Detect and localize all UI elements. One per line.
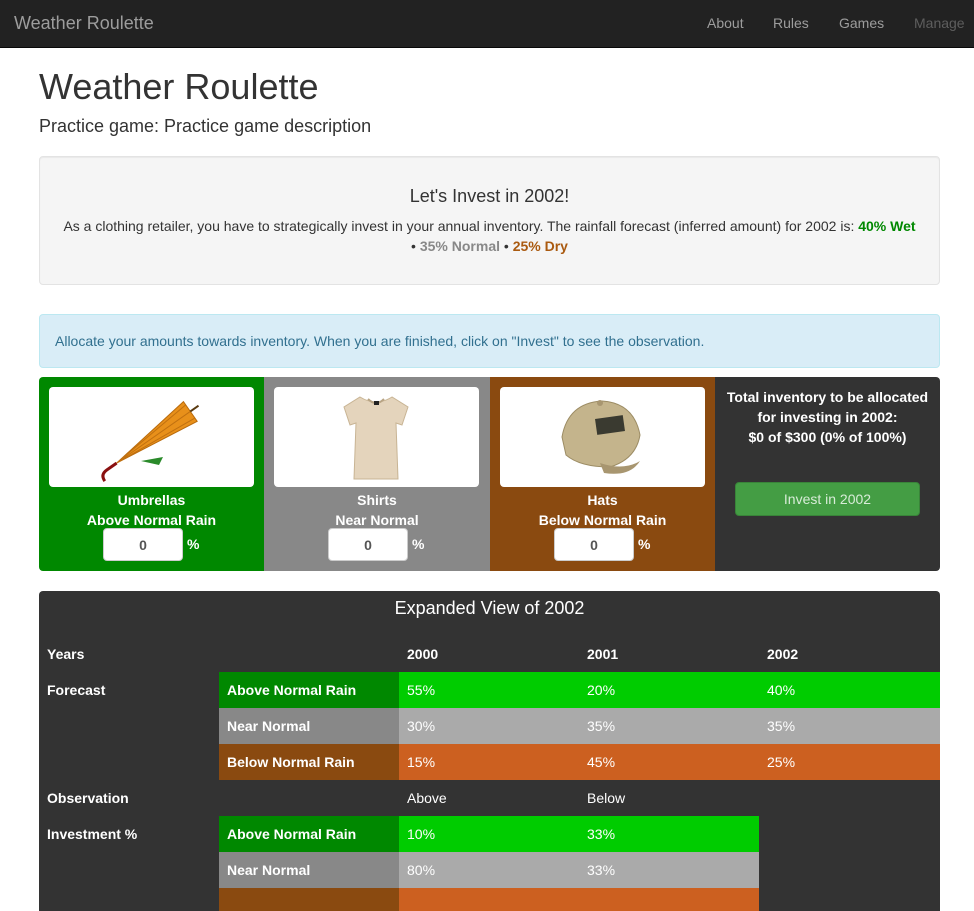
total-amount: $0 of $300 (0% of 100%): [748, 429, 907, 445]
umbrella-condition: Above Normal Rain: [86, 512, 217, 528]
forecast-cell: 25%: [759, 744, 940, 780]
shirt-column: Shirts Near Normal %: [264, 377, 490, 571]
investment-cell: 33%: [579, 816, 759, 852]
invest-button[interactable]: Invest in 2002: [735, 482, 920, 516]
forecast-label: Forecast: [47, 682, 106, 698]
forecast-cell: 15%: [399, 744, 579, 780]
forecast-normal: 35% Normal: [419, 238, 500, 254]
hat-label: Hats: [587, 492, 618, 508]
observation-cell: Below: [587, 790, 626, 806]
investment-panel: Umbrellas Above Normal Rain % Shirts Nea…: [39, 377, 940, 571]
percent-sign: %: [638, 536, 651, 552]
forecast-separator: •: [411, 238, 416, 254]
nav-link-manage[interactable]: Manage: [914, 15, 965, 31]
forecast-cell: 45%: [579, 744, 759, 780]
observation-cell: Above: [407, 790, 447, 806]
forecast-description: As a clothing retailer, you have to stra…: [60, 216, 919, 256]
year-header: 2002: [767, 646, 799, 662]
navbar: Weather Roulette About Rules Games Manag…: [0, 0, 974, 48]
forecast-separator: •: [503, 238, 509, 254]
category-near: Near Normal: [219, 852, 399, 888]
category-above: Above Normal Rain: [219, 672, 399, 708]
year-header: 2000: [407, 646, 439, 662]
umbrella-image: [49, 387, 254, 487]
category-above: Above Normal Rain: [219, 816, 399, 852]
investment-cell-partial: [579, 888, 759, 911]
shirt-label: Shirts: [357, 492, 397, 508]
page-title: Weather Roulette: [39, 66, 319, 107]
investment-cell: 80%: [399, 852, 579, 888]
nav-link-rules[interactable]: Rules: [773, 15, 809, 31]
forecast-cell: 40%: [759, 672, 940, 708]
investment-label: Investment %: [47, 826, 138, 842]
category-below-partial: [219, 888, 399, 911]
umbrella-percent-input[interactable]: [103, 528, 183, 561]
total-column: Total inventory to be allocated for inve…: [715, 377, 940, 571]
observation-label: Observation: [47, 790, 129, 806]
investment-cell: 10%: [399, 816, 579, 852]
nav-link-games[interactable]: Games: [839, 15, 884, 31]
investment-cell-partial: [399, 888, 579, 911]
category-near: Near Normal: [219, 708, 399, 744]
forecast-cell: 20%: [579, 672, 759, 708]
forecast-cell: 30%: [399, 708, 579, 744]
category-below: Below Normal Rain: [219, 744, 399, 780]
shirt-percent-input[interactable]: [328, 528, 408, 561]
invest-heading: Let's Invest in 2002!: [409, 186, 570, 206]
forecast-text: As a clothing retailer, you have to stra…: [63, 218, 855, 234]
umbrella-label: Umbrellas: [117, 492, 186, 508]
forecast-cell: 35%: [759, 708, 940, 744]
forecast-wet: 40% Wet: [858, 218, 916, 234]
total-line-2: for investing in 2002:: [757, 409, 898, 425]
shirt-image: [274, 387, 479, 487]
total-allocation: Total inventory to be allocated for inve…: [715, 387, 940, 447]
percent-sign: %: [187, 536, 200, 552]
expanded-view-panel: Expanded View of 2002 Years 2000 2001 20…: [39, 591, 940, 911]
umbrella-column: Umbrellas Above Normal Rain %: [39, 377, 264, 571]
page-subtitle: Practice game: Practice game description: [39, 116, 372, 136]
total-line-1: Total inventory to be allocated: [726, 389, 929, 405]
navbar-brand[interactable]: Weather Roulette: [14, 13, 154, 34]
investment-cell: 33%: [579, 852, 759, 888]
forecast-dry: 25% Dry: [512, 238, 568, 254]
hat-column: Hats Below Normal Rain %: [490, 377, 715, 571]
nav-link-about[interactable]: About: [707, 15, 744, 31]
shirt-condition: Near Normal: [335, 512, 419, 528]
expanded-view-title: Expanded View of 2002: [394, 598, 585, 618]
year-header: 2001: [587, 646, 619, 662]
hat-image: [500, 387, 705, 487]
hat-condition: Below Normal Rain: [538, 512, 667, 528]
percent-sign: %: [412, 536, 425, 552]
forecast-well: Let's Invest in 2002! As a clothing reta…: [39, 156, 940, 285]
hat-percent-input[interactable]: [554, 528, 634, 561]
info-alert: Allocate your amounts towards inventory.…: [39, 314, 940, 368]
forecast-cell: 55%: [399, 672, 579, 708]
forecast-cell: 35%: [579, 708, 759, 744]
years-label: Years: [47, 646, 85, 662]
